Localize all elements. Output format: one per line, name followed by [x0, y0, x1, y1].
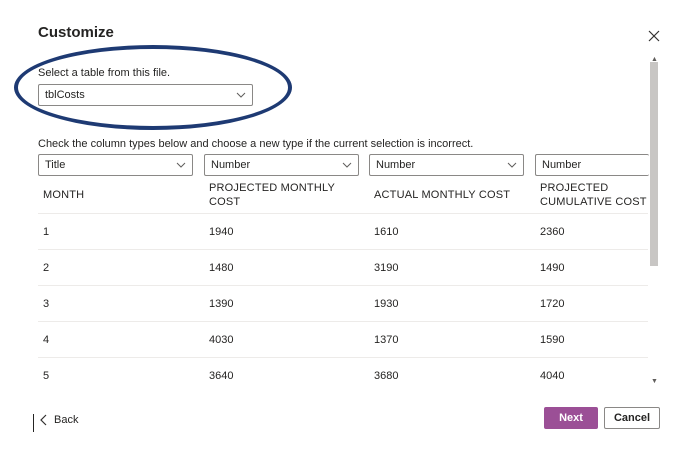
table-cell: 3190: [374, 262, 399, 274]
back-button[interactable]: Back: [40, 411, 78, 429]
table-cell: 1370: [374, 334, 399, 346]
table-cell: 4: [43, 334, 50, 346]
column-header: PROJECTED MONTHLY COST: [209, 182, 335, 208]
table-row: 2 1480 3190 1490: [38, 250, 648, 286]
table-header-row: MONTH PROJECTED MONTHLY COST ACTUAL MONT…: [38, 176, 648, 214]
table-cell: 5: [43, 370, 50, 382]
table-row: 1 1940 1610 2360: [38, 214, 648, 250]
column-type-select-projected-cumulative[interactable]: Number: [535, 154, 649, 176]
column-types-label: Check the column types below and choose …: [38, 138, 474, 150]
table-cell: 1390: [209, 298, 234, 310]
table-cell: 3: [43, 298, 50, 310]
close-button[interactable]: [646, 28, 662, 44]
column-type-select-projected-monthly[interactable]: Number: [204, 154, 359, 176]
table-cell: 2360: [540, 226, 565, 238]
table-cell: 1: [43, 226, 50, 238]
column-type-select-actual-monthly[interactable]: Number: [369, 154, 524, 176]
cancel-button[interactable]: Cancel: [604, 407, 660, 429]
chevron-down-icon: [176, 160, 186, 170]
table-cell: 1610: [374, 226, 399, 238]
column-header: MONTH: [43, 189, 85, 201]
scrollbar-thumb[interactable]: [650, 62, 658, 266]
chevron-down-icon: [342, 160, 352, 170]
chevron-left-icon: [40, 414, 47, 426]
chevron-down-icon: [236, 90, 246, 100]
table-cell: 1940: [209, 226, 234, 238]
table-cell: 1590: [540, 334, 565, 346]
table-row: 4 4030 1370 1590: [38, 322, 648, 358]
table-cell: 2: [43, 262, 50, 274]
close-icon: [648, 30, 660, 42]
column-type-value: Number: [376, 159, 416, 171]
table-cell: 1490: [540, 262, 565, 274]
table-select[interactable]: tblCosts: [38, 84, 253, 106]
dialog-title: Customize: [38, 24, 114, 41]
text-cursor: [33, 414, 34, 432]
column-type-value: Number: [211, 159, 251, 171]
column-type-value: Title: [45, 159, 66, 171]
table-select-value: tblCosts: [45, 89, 85, 101]
table-cell: 1720: [540, 298, 565, 310]
table-cell: 1480: [209, 262, 234, 274]
vertical-scrollbar[interactable]: ▲ ▼: [649, 56, 659, 388]
table-cell: 1930: [374, 298, 399, 310]
table-cell: 4030: [209, 334, 234, 346]
data-table: MONTH PROJECTED MONTHLY COST ACTUAL MONT…: [38, 176, 648, 391]
table-cell: 3640: [209, 370, 234, 382]
next-button[interactable]: Next: [544, 407, 598, 429]
back-button-label: Back: [54, 414, 79, 426]
table-row: 3 1390 1930 1720: [38, 286, 648, 322]
scroll-down-icon[interactable]: ▼: [651, 378, 658, 385]
column-header: PROJECTED CUMULATIVE COST: [540, 182, 647, 208]
table-cell: 4040: [540, 370, 565, 382]
column-type-select-month[interactable]: Title: [38, 154, 193, 176]
chevron-down-icon: [507, 160, 517, 170]
column-header: ACTUAL MONTHLY COST: [374, 189, 511, 201]
table-row: 5 3640 3680 4040: [38, 358, 648, 391]
table-select-label: Select a table from this file.: [38, 67, 171, 79]
table-cell: 3680: [374, 370, 399, 382]
column-type-value: Number: [542, 159, 582, 171]
